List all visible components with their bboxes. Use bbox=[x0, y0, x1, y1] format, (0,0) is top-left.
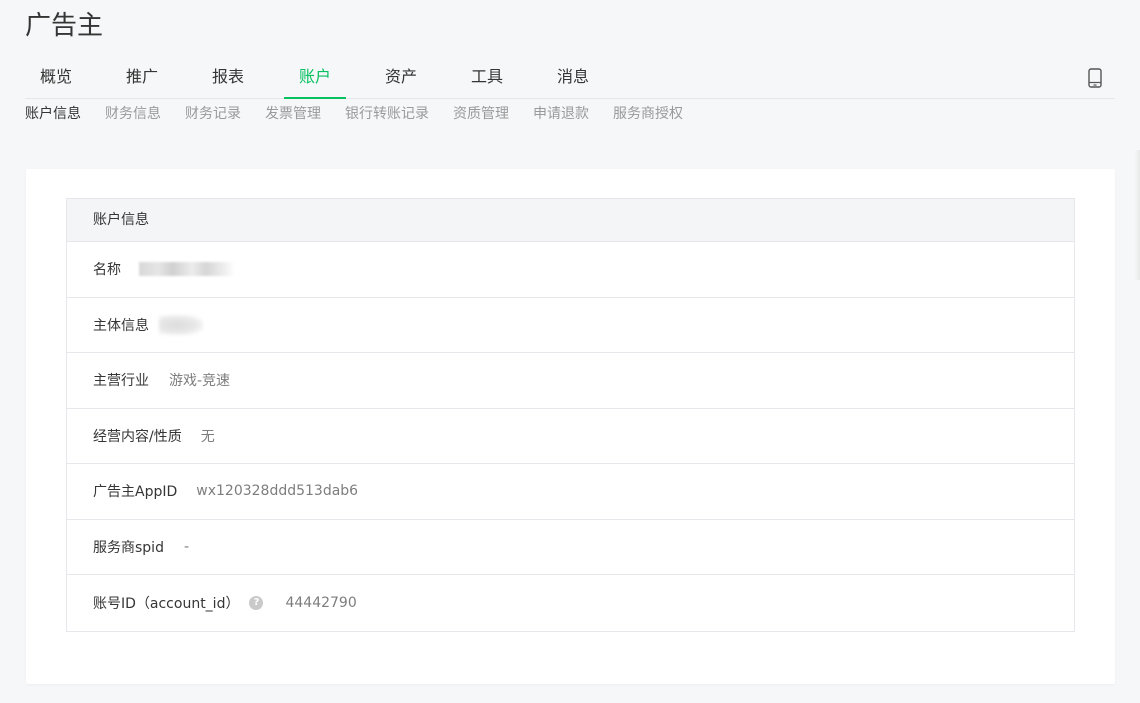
page: 广告主 概览 推广 报表 账户 资产 工具 消息 账户信息 财务信息 财务记录 … bbox=[0, 0, 1140, 703]
account-info-header: 账户信息 bbox=[67, 199, 1074, 242]
table-row-spid: 服务商spid - bbox=[67, 520, 1074, 575]
table-row-industry: 主营行业 游戏-竞速 bbox=[67, 353, 1074, 409]
row-label: 主体信息 bbox=[93, 317, 149, 334]
table-row-name: 名称 bbox=[67, 242, 1074, 298]
industry-value: 游戏-竞速 bbox=[169, 373, 231, 390]
row-label: 服务商spid bbox=[93, 539, 164, 556]
table-row-appid: 广告主AppID wx120328ddd513dab6 bbox=[67, 464, 1074, 520]
row-label: 账号ID（account_id） bbox=[93, 595, 240, 612]
row-label: 经营内容/性质 bbox=[93, 428, 182, 445]
sub-nav: 账户信息 财务信息 财务记录 发票管理 银行转账记录 资质管理 申请退款 服务商… bbox=[25, 104, 707, 124]
tab-tools[interactable]: 工具 bbox=[456, 62, 518, 98]
tab-messages[interactable]: 消息 bbox=[542, 62, 604, 98]
subnav-provider-authorization[interactable]: 服务商授权 bbox=[613, 104, 683, 124]
appid-value: wx120328ddd513dab6 bbox=[196, 483, 359, 500]
tab-reports[interactable]: 报表 bbox=[197, 62, 259, 98]
account-info-card: 账户信息 名称 主体信息 主营行业 游戏-竞速 经营内容/性质 无 广告主App… bbox=[26, 169, 1115, 684]
subnav-bank-transfer-records[interactable]: 银行转账记录 bbox=[345, 104, 429, 124]
main-nav: 概览 推广 报表 账户 资产 工具 消息 bbox=[25, 62, 1115, 99]
page-title: 广告主 bbox=[25, 11, 104, 41]
redacted-name-value bbox=[139, 262, 235, 277]
row-label: 名称 bbox=[93, 262, 121, 279]
table-row-entity: 主体信息 bbox=[67, 298, 1074, 353]
spid-value: - bbox=[183, 538, 190, 555]
subnav-finance-records[interactable]: 财务记录 bbox=[185, 104, 241, 124]
table-row-account-id: 账号ID（account_id） ? 44442790 bbox=[67, 575, 1074, 631]
question-mark-icon[interactable]: ? bbox=[249, 595, 264, 610]
account-info-table: 账户信息 名称 主体信息 主营行业 游戏-竞速 经营内容/性质 无 广告主App… bbox=[66, 198, 1075, 632]
scrollbar-edge[interactable] bbox=[1134, 150, 1140, 280]
account-id-value: 44442790 bbox=[285, 594, 357, 611]
tab-promotion[interactable]: 推广 bbox=[111, 62, 173, 98]
subnav-refund-request[interactable]: 申请退款 bbox=[533, 104, 589, 124]
redacted-entity-value bbox=[159, 314, 203, 335]
row-label: 广告主AppID bbox=[93, 484, 178, 501]
tab-overview[interactable]: 概览 bbox=[25, 62, 87, 98]
tab-account[interactable]: 账户 bbox=[284, 62, 346, 99]
tab-assets[interactable]: 资产 bbox=[370, 62, 432, 98]
business-nature-value: 无 bbox=[200, 428, 215, 445]
table-row-business-nature: 经营内容/性质 无 bbox=[67, 409, 1074, 464]
subnav-invoice-management[interactable]: 发票管理 bbox=[265, 104, 321, 124]
row-label: 主营行业 bbox=[93, 373, 149, 390]
mobile-phone-icon[interactable] bbox=[1087, 68, 1103, 88]
subnav-qualification-management[interactable]: 资质管理 bbox=[453, 104, 509, 124]
subnav-finance-info[interactable]: 财务信息 bbox=[105, 104, 161, 124]
subnav-account-info[interactable]: 账户信息 bbox=[25, 104, 81, 124]
